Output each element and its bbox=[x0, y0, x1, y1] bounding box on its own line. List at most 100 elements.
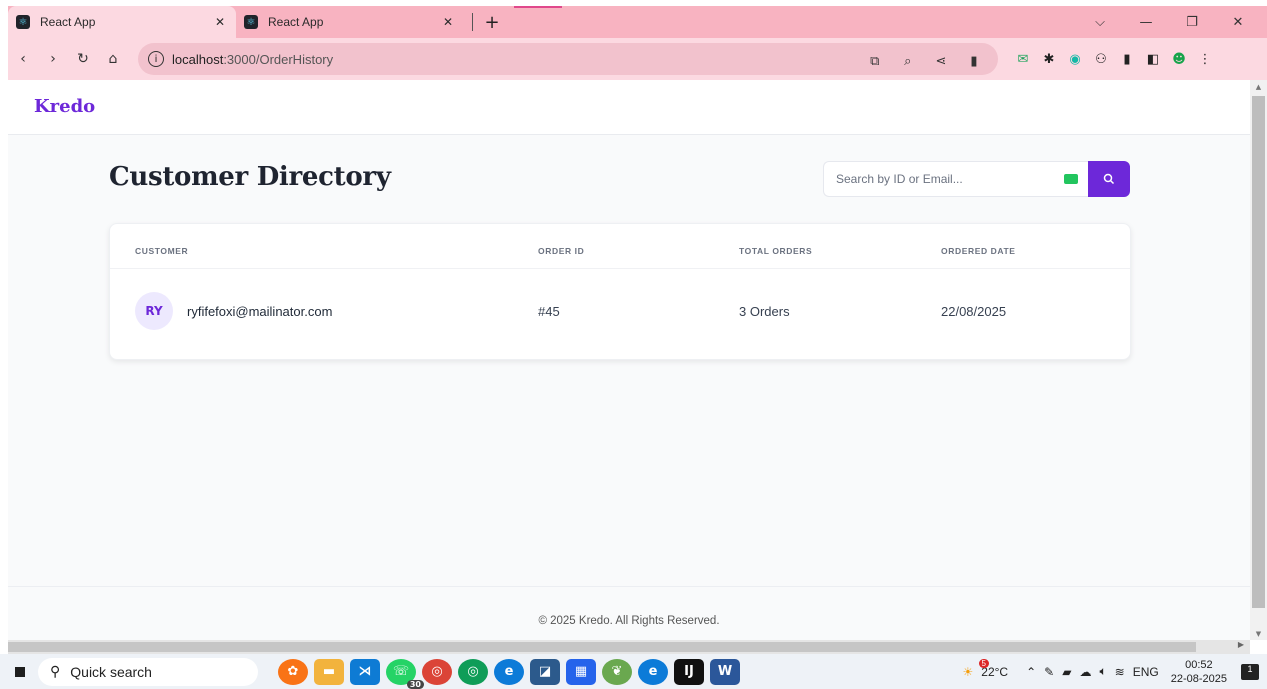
battery-icon[interactable]: ▰ bbox=[1062, 665, 1071, 679]
wifi-icon[interactable]: ≋ bbox=[1115, 665, 1125, 679]
back-icon[interactable]: ‹ bbox=[8, 51, 38, 67]
page-footer: © 2025 Kredo. All Rights Reserved. bbox=[8, 586, 1250, 640]
share-icon[interactable]: ⋖ bbox=[927, 54, 955, 69]
ordered-date: 22/08/2025 bbox=[941, 304, 1007, 319]
close-window-button[interactable]: ✕ bbox=[1215, 15, 1261, 30]
page-title: Customer Directory bbox=[109, 162, 391, 192]
taskbar-search[interactable]: ⚲ Quick search bbox=[38, 657, 258, 686]
address-bar[interactable]: i localhost:3000/OrderHistory ⧉ ⌕ ⋖ ▮ bbox=[138, 43, 998, 75]
scroll-right-arrow-icon[interactable]: ▶ bbox=[1238, 640, 1244, 649]
total-orders: 3 Orders bbox=[739, 304, 790, 319]
home-icon[interactable]: ⌂ bbox=[98, 51, 128, 67]
forward-icon[interactable]: › bbox=[38, 51, 68, 67]
browser-tab-strip: ⚛ React App ✕ ⚛ React App ✕ + ⌵ — ❐ ✕ bbox=[8, 6, 1267, 38]
zoom-icon[interactable]: ⌕ bbox=[894, 54, 922, 69]
cast-icon[interactable]: ⧉ bbox=[861, 54, 889, 69]
menu-kebab-icon[interactable]: ⋮ bbox=[1192, 52, 1218, 67]
weather-icon[interactable]: ☀ 5 bbox=[963, 658, 989, 679]
vscode-icon[interactable]: ⋊ bbox=[350, 658, 380, 685]
green-extension-icon[interactable]: ◉ bbox=[1062, 52, 1088, 67]
puzzle-extension-icon[interactable]: ✱ bbox=[1036, 52, 1062, 67]
word-icon[interactable]: W bbox=[710, 658, 740, 685]
clock-time: 00:52 bbox=[1185, 658, 1213, 671]
header-ordered-date: ORDERED DATE bbox=[941, 246, 1016, 256]
app-header: Kredo bbox=[8, 80, 1250, 135]
language-indicator[interactable]: ENG bbox=[1133, 665, 1159, 679]
pen-icon[interactable]: ✎ bbox=[1044, 665, 1054, 679]
sql-tool-icon[interactable]: ◪ bbox=[530, 658, 560, 685]
horizontal-scroll-thumb[interactable] bbox=[8, 642, 1196, 652]
tab-accent-line bbox=[514, 6, 562, 8]
new-tab-button[interactable]: + bbox=[481, 12, 503, 33]
vertical-scrollbar[interactable]: ▲ ▼ bbox=[1250, 80, 1267, 640]
tab-react-app-1[interactable]: ⚛ React App ✕ bbox=[8, 6, 236, 38]
whatsapp-icon[interactable]: ☏ 30 bbox=[386, 658, 424, 689]
notification-icon[interactable]: 1 bbox=[1241, 663, 1259, 680]
search-icon bbox=[1103, 173, 1115, 185]
chrome-profile-icon[interactable]: ◎ bbox=[458, 658, 488, 685]
table-header: CUSTOMER ORDER ID TOTAL ORDERS ORDERED D… bbox=[110, 224, 1130, 269]
tab-search-icon[interactable]: ⌵ bbox=[1077, 15, 1123, 30]
edge-dev-icon[interactable]: e bbox=[638, 658, 668, 685]
react-favicon-icon: ⚛ bbox=[16, 15, 30, 29]
mail-icon bbox=[1064, 174, 1078, 184]
whatsapp-badge: 30 bbox=[406, 679, 424, 689]
intellij-icon[interactable]: IJ bbox=[674, 658, 704, 685]
spy-extension-icon[interactable]: ⚇ bbox=[1088, 52, 1114, 67]
store-icon[interactable]: ▦ bbox=[566, 658, 596, 685]
tab-close-icon[interactable]: ✕ bbox=[440, 15, 456, 29]
windows-logo-icon bbox=[15, 666, 25, 677]
system-tray: ☀ 5 22°C ⌃ ✎ ▰ ☁ 🔈︎ ≋ ENG 00:52 22-08-202… bbox=[955, 658, 1267, 686]
tab-close-icon[interactable]: ✕ bbox=[212, 15, 228, 29]
clock[interactable]: 00:52 22-08-2025 bbox=[1171, 658, 1227, 686]
url-text[interactable]: localhost:3000/OrderHistory bbox=[172, 52, 861, 67]
reading-list-icon[interactable]: ▮ bbox=[1114, 52, 1140, 67]
order-id: #45 bbox=[538, 304, 560, 319]
festival-widget-icon[interactable]: ✿ bbox=[278, 658, 308, 685]
search-field bbox=[823, 161, 1088, 197]
header-order-id: ORDER ID bbox=[538, 246, 585, 256]
reload-icon[interactable]: ↻ bbox=[68, 51, 98, 67]
windows-taskbar: ⚲ Quick search ✿ ▬ ⋊ ☏ 30 ◎ ◎ e ◪ ▦ ❦ e I… bbox=[0, 654, 1267, 689]
profile-avatar-icon[interactable]: ☻ bbox=[1166, 52, 1192, 67]
extensions-bar: ✉ ✱ ◉ ⚇ ▮ ◧ ☻ ⋮ bbox=[1010, 52, 1218, 67]
url-path: :3000/OrderHistory bbox=[223, 51, 334, 67]
bookmark-icon[interactable]: ▮ bbox=[960, 54, 988, 69]
taskbar-search-label: Quick search bbox=[70, 663, 152, 680]
start-button[interactable] bbox=[6, 666, 34, 677]
minimize-button[interactable]: — bbox=[1123, 15, 1169, 30]
spring-tool-icon[interactable]: ❦ bbox=[602, 658, 632, 685]
clock-date: 22-08-2025 bbox=[1170, 672, 1227, 685]
brand-logo[interactable]: Kredo bbox=[34, 96, 95, 117]
volume-icon[interactable]: 🔈︎ bbox=[1099, 664, 1106, 679]
footer-copyright: © 2025 Kredo. All Rights Reserved. bbox=[538, 615, 720, 627]
search-button[interactable] bbox=[1088, 161, 1130, 197]
tab-title: React App bbox=[268, 15, 324, 29]
header-customer: CUSTOMER bbox=[135, 246, 189, 256]
scroll-down-arrow-icon[interactable]: ▼ bbox=[1250, 630, 1267, 638]
search-input[interactable] bbox=[834, 171, 1064, 187]
cloud-icon[interactable]: ☁ bbox=[1079, 665, 1091, 679]
page-viewport: Kredo Customer Directory CUSTOMER ORDER … bbox=[8, 80, 1250, 640]
window-controls: ⌵ — ❐ ✕ bbox=[1077, 6, 1261, 38]
weather-badge: 5 bbox=[978, 658, 989, 668]
customer-table: CUSTOMER ORDER ID TOTAL ORDERS ORDERED D… bbox=[109, 223, 1131, 360]
react-favicon-icon: ⚛ bbox=[244, 15, 258, 29]
tab-react-app-2[interactable]: ⚛ React App ✕ bbox=[236, 6, 464, 38]
scroll-up-arrow-icon[interactable]: ▲ bbox=[1250, 83, 1267, 91]
edge-icon[interactable]: e bbox=[494, 658, 524, 685]
horizontal-scrollbar[interactable]: ▶ bbox=[8, 640, 1250, 654]
vertical-scroll-thumb[interactable] bbox=[1252, 96, 1265, 608]
site-info-icon[interactable]: i bbox=[148, 51, 164, 67]
customer-email: ryfifefoxi@mailinator.com bbox=[187, 304, 333, 319]
restore-button[interactable]: ❐ bbox=[1169, 15, 1215, 30]
file-explorer-icon[interactable]: ▬ bbox=[314, 658, 344, 685]
table-row[interactable]: RY ryfifefoxi@mailinator.com #45 3 Order… bbox=[110, 268, 1130, 358]
tab-separator bbox=[472, 13, 473, 31]
search-bar bbox=[823, 161, 1130, 197]
tray-chevron-icon[interactable]: ⌃ bbox=[1026, 665, 1036, 679]
chrome-icon[interactable]: ◎ bbox=[422, 658, 452, 685]
side-panel-icon[interactable]: ◧ bbox=[1140, 52, 1166, 67]
mail-extension-icon[interactable]: ✉ bbox=[1010, 52, 1036, 67]
tab-title: React App bbox=[40, 15, 96, 29]
